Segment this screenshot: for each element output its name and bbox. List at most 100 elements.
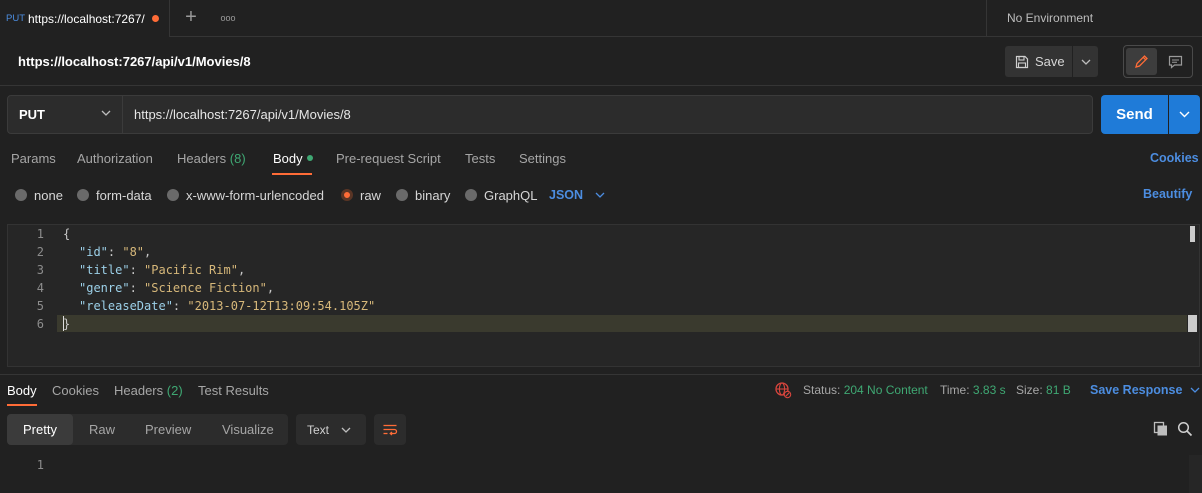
more-tabs-icon[interactable]: ooo [217, 9, 239, 27]
size-label: Size: [1016, 383, 1043, 397]
tab-pre-request-script[interactable]: Pre-request Script [336, 151, 441, 166]
wrap-lines-button[interactable] [374, 414, 406, 445]
body-type-graphql[interactable]: GraphQL [465, 187, 537, 203]
save-button[interactable]: Save [1005, 46, 1072, 77]
radio-icon [465, 189, 477, 201]
tab-body[interactable]: Body [273, 151, 313, 166]
chevron-down-icon [595, 192, 605, 198]
json-comma: , [266, 281, 275, 295]
body-type-urlencoded[interactable]: x-www-form-urlencoded [167, 187, 324, 203]
body-format-select[interactable]: JSON [549, 187, 605, 203]
code-line: { [63, 227, 70, 241]
size-value: 81 B [1046, 383, 1071, 397]
view-tab-preview[interactable]: Preview [129, 414, 207, 445]
current-line-highlight [57, 315, 1187, 332]
body-editor[interactable] [7, 224, 1200, 367]
line-number: 4 [36, 281, 44, 295]
send-options-button[interactable] [1169, 95, 1200, 134]
code-line: "releaseDate": "2013-07-12T13:09:54.105Z… [79, 299, 375, 313]
json-separator: : [129, 263, 145, 277]
body-type-none[interactable]: none [15, 187, 63, 203]
body-type-form-data[interactable]: form-data [77, 187, 152, 203]
view-tab-visualize[interactable]: Visualize [206, 414, 290, 445]
line-number: 1 [36, 227, 44, 241]
comment-icon [1168, 55, 1183, 69]
body-format-value: JSON [549, 188, 584, 202]
tab-headers-label: Headers [177, 151, 227, 166]
tab-params[interactable]: Params [11, 151, 56, 166]
send-button[interactable]: Send [1101, 95, 1168, 134]
active-tab-indicator [7, 404, 37, 406]
editor-scroll-marker [1188, 315, 1197, 332]
line-number: 6 [36, 317, 44, 331]
code-line: "genre": "Science Fiction", [79, 281, 274, 295]
body-type-binary[interactable]: binary [396, 187, 450, 203]
edit-mode-button[interactable] [1126, 48, 1157, 75]
radio-selected-icon [341, 189, 353, 201]
response-headers-count: (2) [166, 383, 183, 398]
environment-selector[interactable]: No Environment [986, 0, 1202, 37]
save-options-button[interactable] [1073, 46, 1098, 77]
url-input[interactable]: https://localhost:7267/api/v1/Movies/8 [122, 95, 1093, 134]
json-value: "Science Fiction" [144, 281, 267, 295]
response-format-select[interactable]: Text [296, 414, 366, 445]
status-label: Status: [803, 383, 841, 397]
modified-dot-icon [306, 155, 313, 161]
json-comma: , [237, 263, 246, 277]
response-scrollbar[interactable] [1189, 455, 1202, 493]
json-value: "8" [122, 245, 145, 259]
tab-headers[interactable]: Headers (8) [177, 151, 246, 166]
chevron-down-icon [1081, 59, 1090, 65]
response-headers-label: Headers [114, 383, 164, 398]
beautify-link[interactable]: Beautify [1143, 187, 1192, 201]
radio-icon [167, 189, 179, 201]
wrap-lines-icon [383, 424, 398, 435]
active-tab-indicator [272, 173, 312, 175]
editor-scrollbar-thumb[interactable] [1190, 226, 1195, 242]
request-tab[interactable]: PUT https://localhost:7267/ [0, 0, 170, 37]
code-line: "id": "8", [79, 245, 151, 259]
cookies-link[interactable]: Cookies [1150, 151, 1199, 165]
body-type-label: form-data [96, 187, 152, 203]
method-select[interactable]: PUT [7, 95, 123, 134]
tab-headers-count: (8) [229, 151, 246, 166]
radio-icon [77, 189, 89, 201]
body-type-label: raw [360, 187, 381, 203]
tab-body-label: Body [273, 151, 303, 166]
tab-method-label: PUT [6, 13, 25, 24]
response-format-value: Text [307, 422, 330, 437]
search-icon[interactable] [1177, 421, 1193, 437]
line-number: 1 [36, 458, 44, 472]
text-cursor [63, 316, 64, 331]
save-button-label: Save [1035, 54, 1065, 69]
tab-tests[interactable]: Tests [465, 151, 495, 166]
view-tab-pretty[interactable]: Pretty [7, 414, 73, 445]
response-tab-test-results[interactable]: Test Results [198, 383, 269, 398]
globe-error-icon[interactable] [774, 381, 792, 399]
json-separator: : [172, 299, 188, 313]
radio-icon [396, 189, 408, 201]
chevron-down-icon [1190, 387, 1200, 393]
copy-icon[interactable] [1153, 421, 1169, 437]
time-value: 3.83 s [972, 383, 1006, 397]
response-tab-cookies[interactable]: Cookies [52, 383, 99, 398]
new-tab-button[interactable]: + [181, 7, 201, 28]
line-number: 2 [36, 245, 44, 259]
divider [0, 374, 1202, 375]
chevron-down-icon [1179, 111, 1190, 118]
save-response-button[interactable]: Save Response [1090, 383, 1200, 397]
response-size: Size: 81 B [1016, 383, 1071, 397]
save-response-label: Save Response [1090, 383, 1183, 397]
response-tab-headers[interactable]: Headers (2) [114, 383, 183, 398]
json-key: "id" [79, 245, 108, 259]
time-label: Time: [940, 383, 970, 397]
method-select-value: PUT [19, 107, 45, 122]
body-type-raw[interactable]: raw [341, 187, 381, 203]
line-number: 3 [36, 263, 44, 277]
tab-authorization[interactable]: Authorization [77, 151, 153, 166]
comments-button[interactable] [1160, 48, 1191, 75]
status-value: 204 No Content [843, 383, 928, 397]
view-tab-raw[interactable]: Raw [73, 414, 131, 445]
tab-settings[interactable]: Settings [519, 151, 566, 166]
response-tab-body[interactable]: Body [7, 383, 37, 398]
